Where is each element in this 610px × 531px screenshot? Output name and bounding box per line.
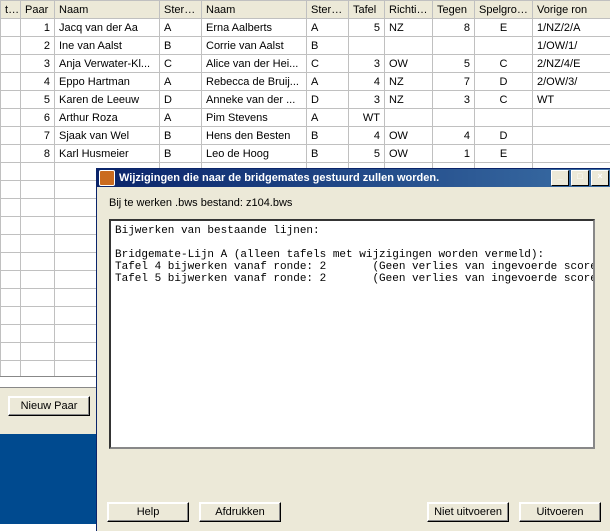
col-naam2[interactable]: Naam <box>202 1 307 19</box>
table-row[interactable]: 3Anja Verwater-Kl...CAlice van der Hei..… <box>1 55 610 73</box>
close-button[interactable]: × <box>591 170 609 186</box>
table-row[interactable]: 1Jacq van der AaAErna AalbertsA5NZ8E1/NZ… <box>1 19 610 37</box>
col-spelgroep[interactable]: Spelgroep <box>475 1 533 19</box>
col-naam1[interactable]: Naam <box>55 1 160 19</box>
file-label: Bij te werken .bws bestand: z104.bws <box>109 197 599 209</box>
print-button[interactable]: Afdrukken <box>199 502 281 522</box>
grid-header-row: tief Paar Naam Sterkte Naam Sterkte Tafe… <box>1 1 610 19</box>
col-sterkte1[interactable]: Sterkte <box>160 1 202 19</box>
nieuw-paar-button[interactable]: Nieuw Paar <box>8 396 90 416</box>
app-icon <box>99 170 115 186</box>
cancel-button[interactable]: Niet uitvoeren <box>427 502 509 522</box>
changes-dialog: Wijzigingen die naar de bridgemates gest… <box>96 168 610 531</box>
minimize-button[interactable]: _ <box>551 170 569 186</box>
execute-button[interactable]: Uitvoeren <box>519 502 601 522</box>
col-sterkte2[interactable]: Sterkte <box>307 1 349 19</box>
table-row[interactable]: 7Sjaak van WelBHens den BestenB4OW4D <box>1 127 610 145</box>
table-row[interactable]: 2Ine van AalstBCorrie van AalstB1/OW/1/ <box>1 37 610 55</box>
main-window: tief Paar Naam Sterkte Naam Sterkte Tafe… <box>0 0 610 531</box>
col-paar[interactable]: Paar <box>21 1 55 19</box>
table-row[interactable]: 5Karen de LeeuwDAnneke van der ...D3NZ3C… <box>1 91 610 109</box>
dialog-title: Wijzigingen die naar de bridgemates gest… <box>119 172 439 184</box>
table-row[interactable]: 4Eppo HartmanARebecca de Bruij...A4NZ7D2… <box>1 73 610 91</box>
col-vorige[interactable]: Vorige ron <box>533 1 610 19</box>
table-row[interactable]: 8Karl HusmeierBLeo de HoogB5OW1E <box>1 145 610 163</box>
help-button[interactable]: Help <box>107 502 189 522</box>
col-richting[interactable]: Richting <box>385 1 433 19</box>
dialog-button-row: Help Afdrukken Niet uitvoeren Uitvoeren <box>107 502 601 522</box>
changes-textarea[interactable]: Bijwerken van bestaande lijnen: Bridgema… <box>109 219 595 449</box>
col-tegen[interactable]: Tegen <box>433 1 475 19</box>
dialog-titlebar[interactable]: Wijzigingen die naar de bridgemates gest… <box>97 169 610 187</box>
table-row[interactable]: 6Arthur RozaAPim StevensAWT <box>1 109 610 127</box>
maximize-button[interactable]: □ <box>571 170 589 186</box>
col-tafel[interactable]: Tafel <box>349 1 385 19</box>
col-tief[interactable]: tief <box>1 1 21 19</box>
